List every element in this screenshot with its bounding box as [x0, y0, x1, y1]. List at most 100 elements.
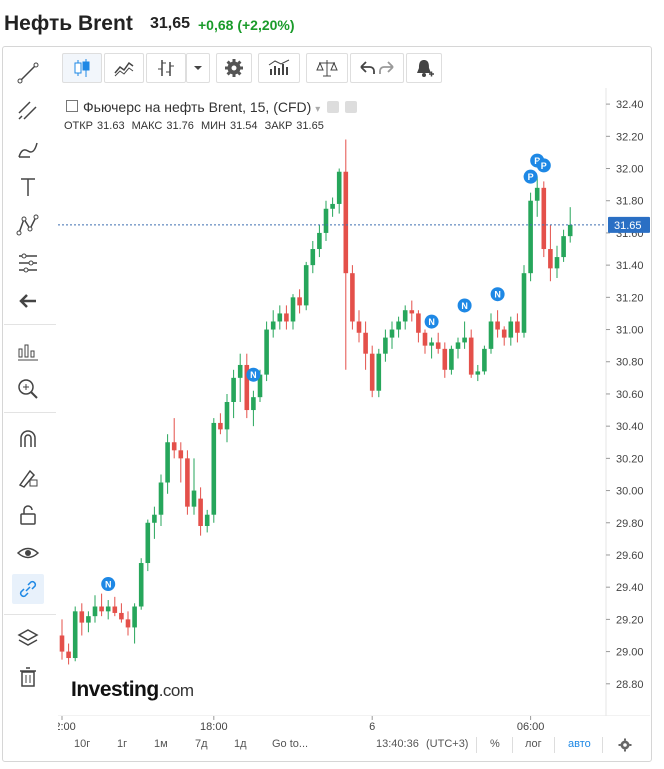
line-tool-button[interactable]: [12, 58, 44, 88]
candle-down: [99, 606, 104, 612]
range-1y[interactable]: 1г: [117, 738, 127, 750]
low-label: МИН: [200, 120, 226, 132]
candle-up: [86, 616, 91, 623]
candle-down: [442, 348, 448, 370]
y-tick-label: 29.80: [616, 518, 644, 530]
toolbar-divider: [4, 324, 56, 325]
pattern-tool-button[interactable]: [12, 210, 44, 240]
measure-tool-button[interactable]: [12, 248, 44, 278]
auto-toggle[interactable]: авто: [568, 738, 591, 750]
toolbar-divider: [4, 614, 56, 615]
link-button[interactable]: [12, 574, 44, 604]
range-7d[interactable]: 7д: [195, 738, 208, 750]
legend-dropdown-icon[interactable]: ▾: [315, 104, 320, 115]
chart-legend-title: Фьючерс на нефть Brent, 15, (CFD) ▾: [66, 99, 358, 115]
candle-up: [534, 187, 540, 201]
candle-up: [336, 171, 342, 204]
y-tick-label: 31.20: [616, 292, 644, 304]
layers-button[interactable]: [12, 624, 44, 654]
range-1d[interactable]: 1д: [234, 738, 247, 750]
y-tick-label: 29.20: [616, 614, 644, 626]
legend-close-icon[interactable]: [345, 101, 358, 113]
undo-icon[interactable]: [357, 58, 377, 78]
area-type-icon: [114, 61, 134, 77]
candle-down: [119, 612, 124, 620]
back-button[interactable]: [12, 286, 44, 316]
candle-down: [501, 329, 507, 338]
range-10y[interactable]: 10г: [74, 738, 90, 750]
top-toolbar: [58, 50, 650, 84]
area-type-button[interactable]: [104, 53, 144, 83]
candle-up: [488, 321, 494, 349]
zoom-button[interactable]: [12, 374, 44, 404]
goto-button[interactable]: Go to...: [272, 738, 308, 750]
candle-type-icon: [74, 59, 90, 77]
candle-down: [185, 458, 190, 507]
candle-up: [138, 563, 144, 607]
candle-up: [224, 402, 230, 430]
range-1m[interactable]: 1м: [154, 738, 168, 750]
candle-down: [66, 651, 71, 659]
candle-down: [468, 337, 474, 375]
lock-draw-icon: [18, 469, 38, 488]
legend-settings-icon[interactable]: [327, 101, 340, 113]
last-price: 31,65: [150, 15, 191, 32]
candle-down: [218, 422, 223, 430]
unlock-button[interactable]: [12, 500, 44, 530]
compare-button[interactable]: [306, 53, 348, 83]
candle-up: [323, 208, 329, 233]
clock-time: 13:40:36: [376, 738, 419, 750]
bottom-settings-icon[interactable]: [618, 738, 632, 752]
high-label: МАКС: [131, 120, 163, 132]
visibility-button[interactable]: [12, 538, 44, 568]
candle-up: [165, 442, 170, 483]
redo-icon[interactable]: [377, 58, 397, 78]
indicators-button[interactable]: [12, 336, 44, 366]
candle-down: [435, 342, 441, 349]
legend-collapse-icon[interactable]: [66, 100, 78, 112]
candle-up: [317, 232, 322, 250]
bar-type-button[interactable]: [146, 53, 186, 83]
lock-drawing-button[interactable]: [12, 462, 44, 492]
fib-tool-button[interactable]: [12, 96, 44, 126]
compare-icon: [316, 60, 338, 77]
undo-redo-group: [350, 53, 404, 83]
candle-type-button[interactable]: [62, 53, 102, 83]
alert-icon: [417, 60, 434, 77]
x-tick-label: 12:00: [58, 721, 76, 733]
indicator-button[interactable]: [258, 53, 300, 83]
price-change: +0,68 (+2,20%): [198, 17, 295, 33]
delete-button[interactable]: [12, 662, 44, 692]
toolbar-divider: [4, 412, 56, 413]
bar-divider: [476, 737, 477, 753]
candle-up: [475, 371, 481, 375]
candle-up: [132, 606, 137, 628]
candle-up: [92, 606, 98, 617]
left-toolbar: [4, 50, 56, 700]
candle-down: [79, 611, 85, 623]
close-label: ЗАКР: [264, 120, 293, 132]
log-toggle[interactable]: лог: [525, 738, 542, 750]
candle-up: [521, 273, 527, 333]
timezone[interactable]: (UTC+3): [426, 738, 468, 750]
brush-tool-button[interactable]: [12, 134, 44, 164]
candle-up: [231, 377, 236, 402]
y-tick-label: 32.00: [616, 164, 644, 176]
dropdown-icon: [194, 66, 202, 70]
text-tool-button[interactable]: [12, 172, 44, 202]
candle-up: [561, 236, 566, 258]
y-tick-label: 32.40: [616, 99, 644, 111]
candle-down: [350, 273, 355, 322]
price-chart[interactable]: 32.4032.2032.0031.8031.6031.4031.2031.00…: [58, 88, 650, 716]
y-tick-label: 28.80: [616, 679, 644, 691]
candle-up: [251, 397, 256, 411]
candle-up: [449, 348, 454, 370]
alert-button[interactable]: [406, 53, 442, 83]
settings-button[interactable]: [216, 53, 252, 83]
trash-icon: [20, 667, 36, 687]
magnet-button[interactable]: [12, 424, 44, 454]
y-tick-label: 31.40: [616, 260, 644, 272]
candle-up: [158, 482, 164, 515]
chart-type-dropdown[interactable]: [186, 53, 210, 83]
percent-toggle[interactable]: %: [490, 738, 500, 750]
